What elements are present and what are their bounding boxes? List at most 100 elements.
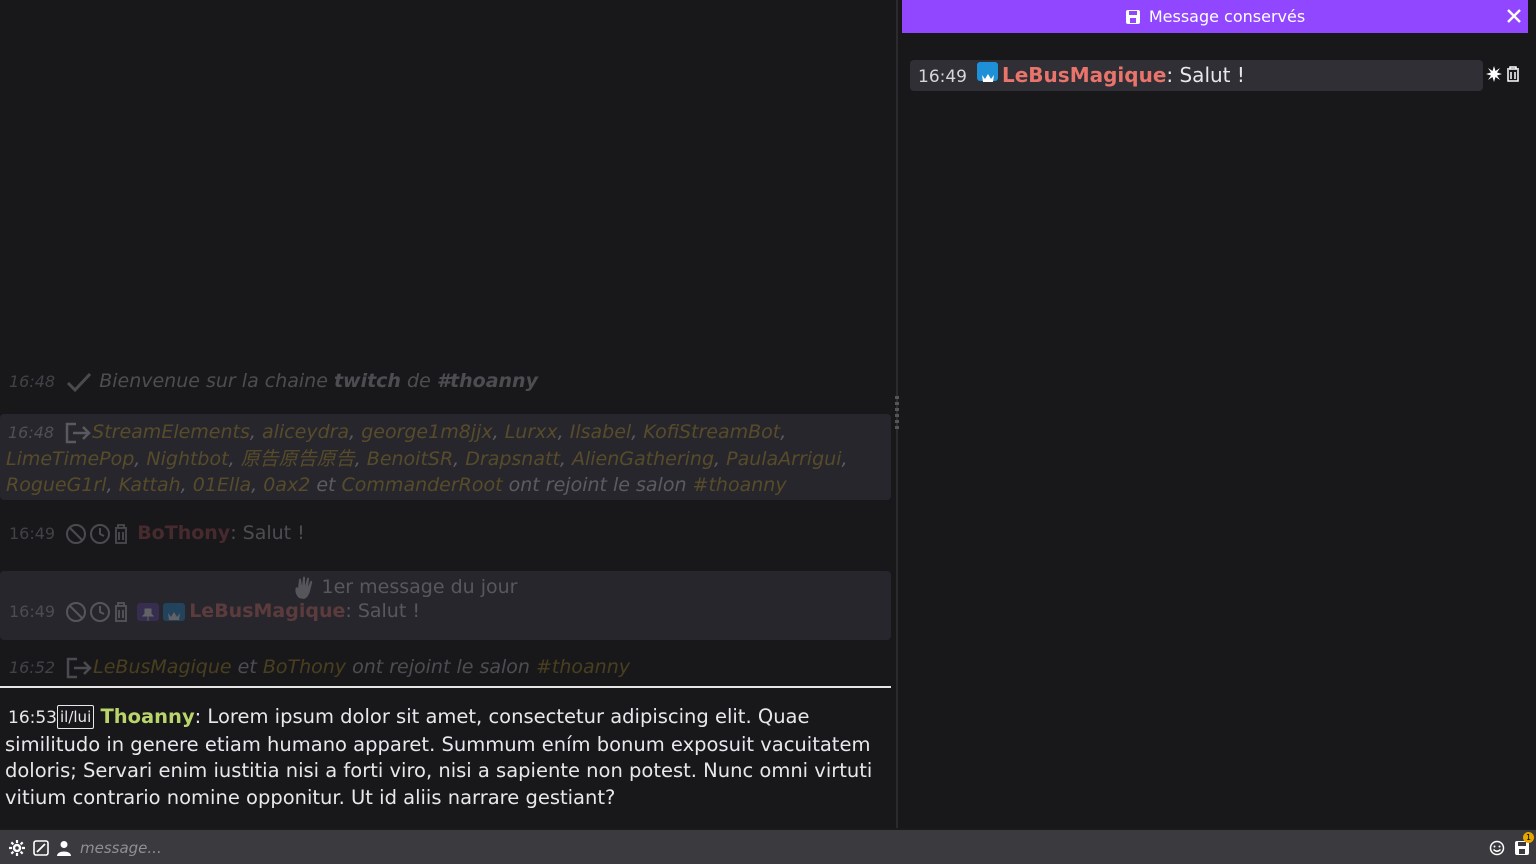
joined-user[interactable]: Lurxx bbox=[505, 421, 558, 443]
gear-icon[interactable] bbox=[9, 840, 25, 856]
emoji-icon[interactable] bbox=[1489, 840, 1505, 856]
timeout-icon[interactable] bbox=[89, 523, 111, 545]
saved-panel-title: Message conservés bbox=[1148, 7, 1306, 26]
timeout-icon[interactable] bbox=[89, 601, 111, 623]
mod-actions bbox=[65, 600, 137, 622]
message-text: : Salut ! bbox=[345, 600, 420, 622]
message-text: : Salut ! bbox=[1166, 63, 1245, 87]
welcome-text: Bienvenue sur la chaine bbox=[99, 370, 334, 392]
channel-name[interactable]: #thoanny bbox=[536, 656, 630, 678]
joined-user[interactable]: Kattah bbox=[119, 474, 181, 496]
joined-user[interactable]: 0ax2 bbox=[263, 474, 310, 496]
close-icon[interactable] bbox=[1504, 6, 1524, 26]
input-bar: 1 bbox=[0, 828, 1536, 864]
mod-actions bbox=[65, 522, 137, 544]
pronoun-badge: il/lui bbox=[57, 705, 95, 729]
saved-messages-panel: Message conservés 16:49 LeBusMagique: Sal… bbox=[902, 0, 1536, 828]
joined-user[interactable]: AlienGathering bbox=[572, 448, 714, 470]
join-notice: 16:48 StreamElements, aliceydra, george1… bbox=[0, 414, 891, 500]
separator: , bbox=[780, 421, 787, 443]
joined-user[interactable]: LeBusMagique bbox=[93, 656, 231, 678]
timestamp: 16:48 bbox=[8, 423, 55, 442]
enter-icon bbox=[66, 657, 92, 678]
edit-icon[interactable] bbox=[33, 840, 49, 856]
resize-handle[interactable] bbox=[895, 396, 899, 430]
joined-user[interactable]: PaulaArrigui bbox=[726, 448, 841, 470]
joined-user[interactable]: RogueG1rl bbox=[6, 474, 107, 496]
burst-icon[interactable] bbox=[1486, 66, 1502, 82]
joined-user[interactable]: BenoitSR bbox=[367, 448, 453, 470]
delete-icon[interactable] bbox=[1506, 66, 1520, 82]
delete-icon[interactable] bbox=[113, 601, 129, 623]
save-icon bbox=[1125, 9, 1140, 24]
joined-user[interactable]: KofiStreamBot bbox=[643, 421, 780, 443]
delete-icon[interactable] bbox=[113, 523, 129, 545]
username[interactable]: BoThony bbox=[137, 522, 230, 544]
joined-user[interactable]: StreamElements bbox=[92, 421, 250, 443]
timestamp: 16:49 bbox=[9, 602, 56, 621]
timestamp: 16:49 bbox=[918, 67, 967, 87]
separator: , bbox=[492, 421, 505, 443]
welcome-message: 16:48 Bienvenue sur la chaine twitch de … bbox=[0, 368, 891, 395]
joined-user[interactable]: LimeTimePop bbox=[6, 448, 134, 470]
join-notice-text: 16:48 StreamElements, aliceydra, george1… bbox=[6, 419, 885, 498]
chat-message: 16:53 il/lui Thoanny: Lorem ipsum dolor s… bbox=[5, 704, 885, 811]
saved-message: 16:49 LeBusMagique: Salut ! bbox=[910, 60, 1483, 91]
crown-badge-icon bbox=[977, 62, 998, 82]
user-icon[interactable] bbox=[56, 840, 72, 856]
chat-log[interactable]: 16:48 Bienvenue sur la chaine twitch de … bbox=[0, 0, 896, 828]
crown-badge-icon bbox=[163, 602, 186, 621]
welcome-bold-channel: #thoanny bbox=[436, 370, 538, 392]
notification-badge: 1 bbox=[1523, 832, 1534, 843]
username[interactable]: LeBusMagique bbox=[1002, 63, 1166, 87]
separator: , bbox=[349, 421, 362, 443]
welcome-text-mid: de bbox=[400, 370, 437, 392]
chat-message: 16:49 LeBusMagique: Salut ! bbox=[0, 598, 891, 625]
joined-suffix: ont rejoint le salon bbox=[508, 474, 687, 496]
separator: , bbox=[557, 421, 570, 443]
joined-user[interactable]: Ilsabel bbox=[570, 421, 631, 443]
separator: , bbox=[228, 448, 241, 470]
separator: , bbox=[106, 474, 119, 496]
username[interactable]: Thoanny bbox=[100, 705, 194, 728]
timestamp: 16:53 bbox=[8, 708, 57, 728]
welcome-bold-twitch: twitch bbox=[333, 370, 401, 392]
ban-icon[interactable] bbox=[65, 523, 87, 545]
and-word: et bbox=[237, 656, 257, 678]
channel-name[interactable]: #thoanny bbox=[693, 474, 787, 496]
timestamp: 16:48 bbox=[9, 372, 56, 391]
separator: , bbox=[134, 448, 147, 470]
username[interactable]: LeBusMagique bbox=[189, 600, 345, 622]
banner-text: 1er message du jour bbox=[321, 576, 518, 598]
joined-user[interactable]: 原告原告原告 bbox=[241, 448, 355, 470]
separator: , bbox=[180, 474, 193, 496]
timestamp: 16:52 bbox=[9, 658, 56, 677]
message-text: : Salut ! bbox=[230, 522, 305, 544]
joined-user[interactable]: george1m8jjx bbox=[361, 421, 492, 443]
saved-panel-header: Message conservés bbox=[902, 0, 1528, 33]
separator: , bbox=[714, 448, 727, 470]
timestamp: 16:49 bbox=[9, 524, 56, 543]
joined-user[interactable]: Drapsnatt bbox=[465, 448, 560, 470]
first-message-highlight: 1er message du jour 16:49 LeBusMagique: … bbox=[0, 571, 891, 640]
joined-suffix: ont rejoint le salon bbox=[352, 656, 530, 678]
joined-user[interactable]: 01Ella bbox=[193, 474, 251, 496]
chat-app: 16:48 Bienvenue sur la chaine twitch de … bbox=[0, 0, 1536, 864]
separator: , bbox=[249, 421, 262, 443]
joined-user[interactable]: CommanderRoot bbox=[342, 474, 503, 496]
chat-message: 16:49 BoThony: Salut ! bbox=[0, 520, 891, 547]
separator: , bbox=[251, 474, 264, 496]
ban-icon[interactable] bbox=[65, 601, 87, 623]
joined-user[interactable]: Nightbot bbox=[146, 448, 228, 470]
joined-user[interactable]: aliceydra bbox=[262, 421, 349, 443]
and-word: et bbox=[316, 474, 336, 496]
saved-message-actions bbox=[1486, 66, 1520, 82]
pin-badge-icon[interactable] bbox=[137, 602, 160, 621]
separator: , bbox=[453, 448, 466, 470]
first-message-banner: 1er message du jour bbox=[0, 571, 891, 600]
separator: , bbox=[631, 421, 644, 443]
joined-user[interactable]: BoThony bbox=[263, 656, 346, 678]
separator: , bbox=[841, 448, 848, 470]
join-notice: 16:52 LeBusMagique et BoThony ont rejoin… bbox=[0, 654, 891, 681]
message-input[interactable] bbox=[80, 835, 1470, 861]
